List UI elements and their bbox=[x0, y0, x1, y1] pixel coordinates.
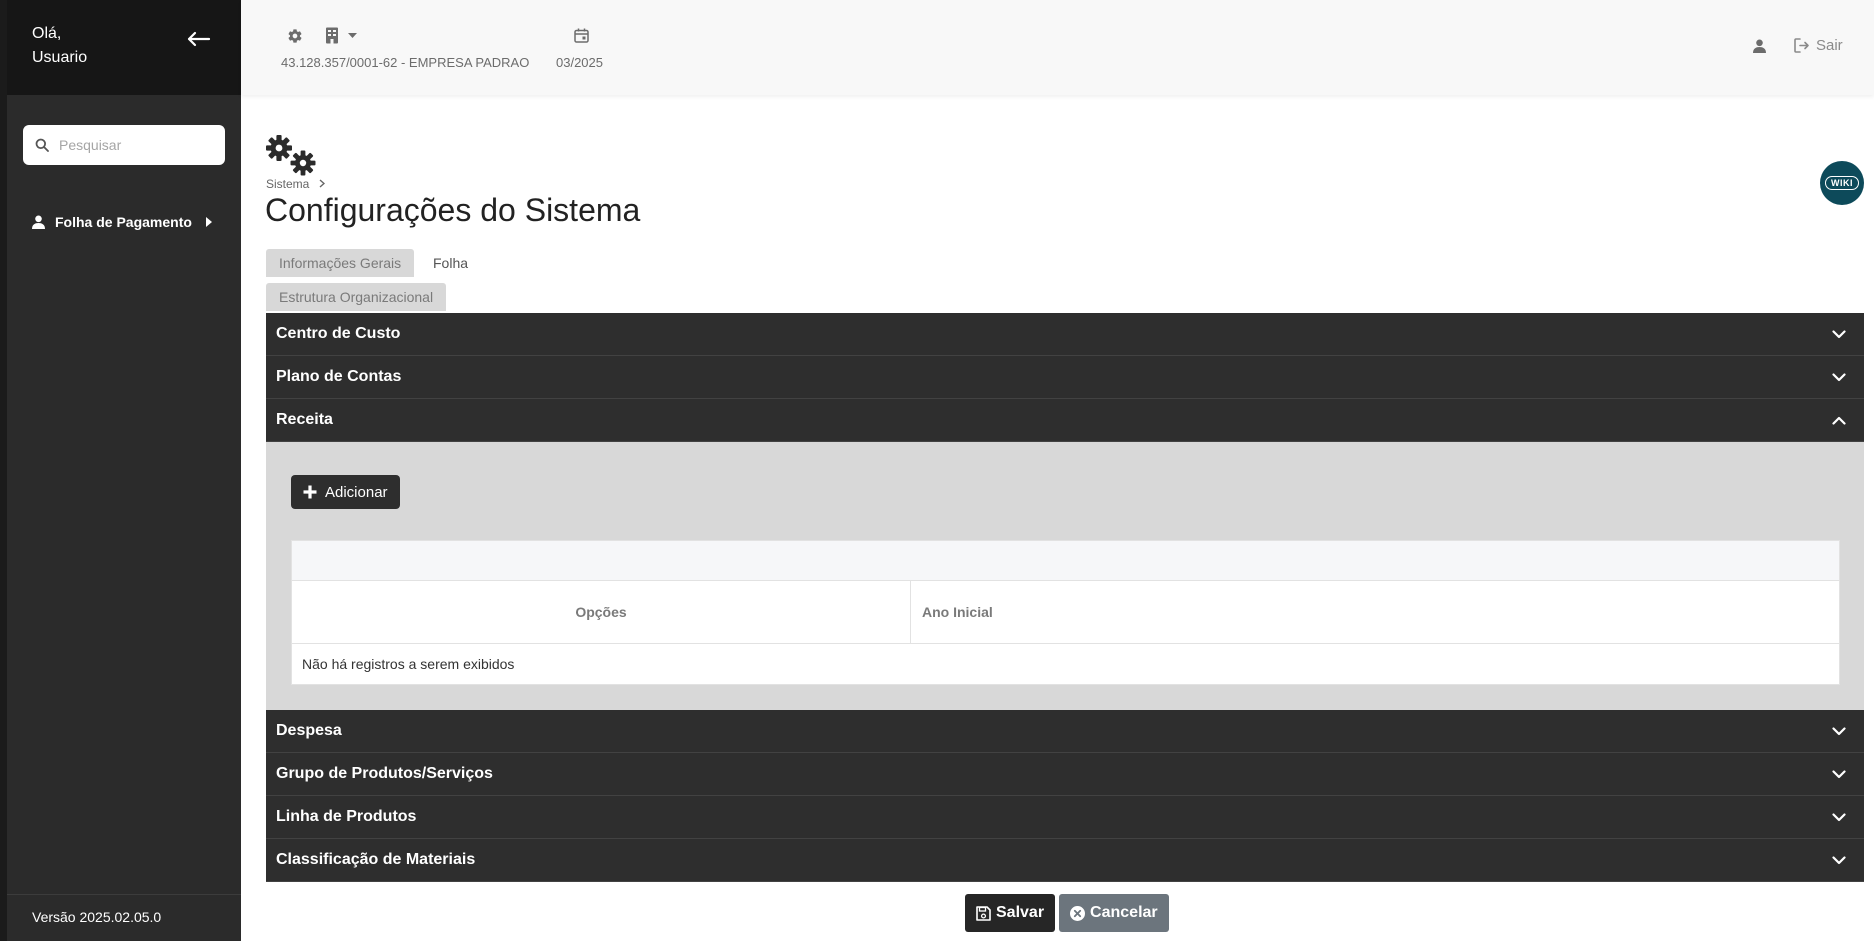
tab-estrutura-organizacional[interactable]: Estrutura Organizacional bbox=[266, 283, 447, 311]
tab-folha[interactable]: Folha bbox=[420, 249, 481, 277]
accordion-label: Grupo de Produtos/Serviços bbox=[276, 765, 493, 782]
logout-button[interactable]: Sair bbox=[1794, 37, 1843, 54]
topbar: 43.128.357/0001-62 - EMPRESA PADRAO 03/2… bbox=[241, 0, 1874, 95]
breadcrumb: Sistema bbox=[266, 177, 325, 191]
greeting: Olá, Usuario bbox=[32, 22, 87, 70]
chevron-down-icon bbox=[1832, 812, 1846, 821]
sidebar-header: Olá, Usuario bbox=[7, 0, 241, 95]
sidebar-search bbox=[23, 125, 225, 165]
accordion-despesa[interactable]: Despesa bbox=[266, 710, 1864, 753]
building-icon[interactable] bbox=[325, 27, 339, 44]
cancel-button[interactable]: Cancelar bbox=[1059, 894, 1169, 932]
accordion-label: Receita bbox=[276, 411, 333, 428]
table-toolbar bbox=[292, 541, 1839, 581]
version-label: Versão 2025.02.05.0 bbox=[32, 909, 162, 925]
save-button-label: Salvar bbox=[996, 904, 1045, 921]
greeting-line-1: Olá, bbox=[32, 25, 62, 42]
page-title: Configurações do Sistema bbox=[265, 192, 641, 228]
column-header-opcoes: Opções bbox=[292, 581, 911, 643]
sidebar-item-label: Folha de Pagamento bbox=[55, 214, 192, 230]
search-icon bbox=[35, 138, 49, 152]
wiki-label: WIKI bbox=[1825, 176, 1859, 190]
company-name: 43.128.357/0001-62 - EMPRESA PADRAO bbox=[281, 55, 530, 70]
gears-icon bbox=[266, 135, 316, 176]
accordion-receita[interactable]: Receita bbox=[266, 399, 1864, 442]
receita-table: Opções Ano Inicial Não há registros a se… bbox=[291, 540, 1840, 685]
chevron-down-icon bbox=[1832, 769, 1846, 778]
save-button[interactable]: Salvar bbox=[965, 894, 1056, 932]
chevron-down-icon bbox=[1832, 726, 1846, 735]
caret-right-icon bbox=[206, 217, 212, 227]
chevron-up-icon bbox=[1832, 416, 1846, 425]
gear-icon[interactable] bbox=[287, 28, 303, 44]
save-icon bbox=[976, 905, 991, 921]
add-button[interactable]: Adicionar bbox=[291, 475, 400, 509]
breadcrumb-item-sistema[interactable]: Sistema bbox=[266, 177, 309, 191]
accordion-label: Linha de Produtos bbox=[276, 808, 417, 825]
wiki-button[interactable]: WIKI bbox=[1820, 161, 1864, 205]
receita-panel: Adicionar Opções Ano Inicial Não há regi… bbox=[266, 442, 1864, 710]
accordion-label: Plano de Contas bbox=[276, 368, 402, 385]
accordion-classificacao-de-materiais[interactable]: Classificação de Materiais bbox=[266, 839, 1864, 882]
user-icon[interactable] bbox=[1753, 39, 1766, 53]
tab-informacoes-gerais[interactable]: Informações Gerais bbox=[266, 249, 415, 277]
sidebar-footer: Versão 2025.02.05.0 bbox=[7, 894, 241, 941]
chevron-down-icon bbox=[1832, 855, 1846, 864]
chevron-down-icon bbox=[1832, 372, 1846, 381]
search-input[interactable] bbox=[59, 137, 209, 153]
accordion-label: Classificação de Materiais bbox=[276, 851, 476, 868]
accordion-linha-de-produtos[interactable]: Linha de Produtos bbox=[266, 796, 1864, 839]
greeting-username: Usuario bbox=[32, 49, 88, 66]
form-actions: Salvar Cancelar bbox=[965, 894, 1169, 932]
sidebar-item-folha-de-pagamento[interactable]: Folha de Pagamento bbox=[32, 212, 222, 232]
caret-down-icon[interactable] bbox=[348, 33, 357, 38]
chevron-right-icon bbox=[319, 179, 325, 188]
add-button-label: Adicionar bbox=[325, 483, 388, 501]
column-header-ano-inicial[interactable]: Ano Inicial bbox=[911, 581, 1839, 643]
period-label: 03/2025 bbox=[556, 55, 603, 70]
config-accordion: Centro de Custo Plano de Contas Receita … bbox=[266, 313, 1864, 882]
accordion-label: Despesa bbox=[276, 722, 342, 739]
accordion-centro-de-custo[interactable]: Centro de Custo bbox=[266, 313, 1864, 356]
accordion-grupo-de-produtos-servicos[interactable]: Grupo de Produtos/Serviços bbox=[266, 753, 1864, 796]
calendar-icon[interactable] bbox=[574, 28, 589, 43]
logout-icon bbox=[1794, 38, 1809, 53]
chevron-down-icon bbox=[1832, 329, 1846, 338]
user-icon bbox=[32, 215, 45, 229]
table-empty-message: Não há registros a serem exibidos bbox=[302, 656, 515, 672]
arrow-left-icon[interactable] bbox=[185, 30, 211, 48]
sidebar: Olá, Usuario Folha de Pagamento Versão 2… bbox=[0, 0, 241, 941]
accordion-plano-de-contas[interactable]: Plano de Contas bbox=[266, 356, 1864, 399]
cancel-button-label: Cancelar bbox=[1090, 904, 1158, 921]
logout-label: Sair bbox=[1816, 37, 1843, 54]
close-circle-icon bbox=[1070, 905, 1086, 921]
accordion-label: Centro de Custo bbox=[276, 325, 401, 342]
table-header-row: Opções Ano Inicial bbox=[292, 581, 1839, 644]
plus-icon bbox=[303, 485, 317, 499]
